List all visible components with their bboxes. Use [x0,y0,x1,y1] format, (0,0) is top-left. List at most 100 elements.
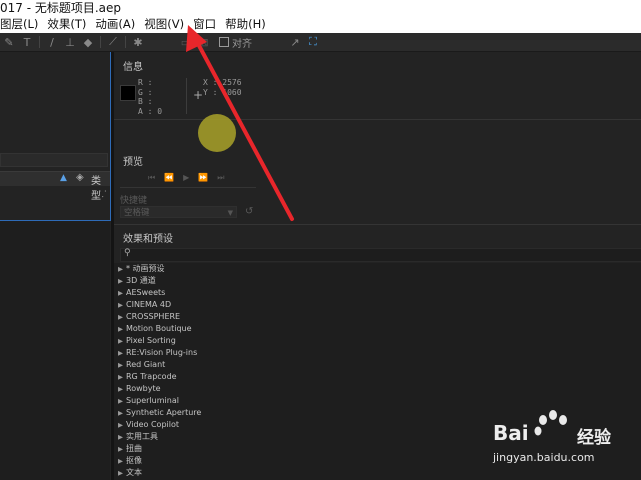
effects-category[interactable]: ▶ 3D 通道 [118,275,156,287]
info-xy-readout: X : 2576 Y : 1060 [203,78,242,97]
axis-mode-icon[interactable]: ▭ [177,36,195,49]
expand-triangle-icon: ▶ [118,457,123,465]
tools-toolbar: ✎ T / ⊥ ◆ ⟋ ✱ ▭ ⊠ 对齐 ↗ ⛶ [0,33,641,52]
expand-triangle-icon: ▶ [118,325,123,333]
effects-category[interactable]: ▶ CINEMA 4D [118,299,171,311]
watermark-brand-suffix: 经验 [577,428,611,448]
watermark-url: jingyan.baidu.com [493,451,595,464]
effects-category-label: Video Copilot [126,420,179,429]
info-y: Y : 1060 [203,87,242,97]
expand-triangle-icon: ▶ [118,289,123,297]
snap-checkbox[interactable] [219,37,229,47]
effects-category-label: Motion Boutique [126,324,192,333]
expand-triangle-icon: ▶ [118,433,123,441]
menu-bar: 图层(L) 效果(T) 动画(A) 视图(V) 窗口 帮助(H) [0,16,641,33]
effects-category-label: Rowbyte [126,384,161,393]
menu-help[interactable]: 帮助(H) [221,16,271,33]
info-b: B : [138,97,153,106]
info-panel-title[interactable]: 信息 [123,58,143,73]
effects-category-label: 3D 通道 [126,276,156,285]
play-icon[interactable]: ▶ [183,173,198,182]
snap-expand-icon[interactable]: ⛶ [304,35,322,49]
last-frame-icon[interactable]: ⏭ [217,173,233,182]
expand-triangle-icon: ▶ [118,361,123,369]
effects-category[interactable]: ▶ Synthetic Aperture [118,407,201,419]
effects-category[interactable]: ▶ CROSSPHERE [118,311,180,323]
expand-triangle-icon: ▶ [118,421,123,429]
menu-window[interactable]: 窗口 [189,16,221,33]
brush-tool-icon[interactable]: / [43,36,61,49]
expand-triangle-icon: ▶ [118,313,123,321]
effects-category-label: CINEMA 4D [126,300,172,309]
roto-brush-tool-icon[interactable]: ⟋ [104,35,122,49]
effects-category-label: CROSSPHERE [126,312,181,321]
search-icon: ⚲ [124,248,131,258]
eraser-tool-icon[interactable]: ◆ [79,36,97,49]
sort-up-icon[interactable]: ▲ [60,173,70,183]
effects-category[interactable]: ▶ 实用工具 [118,431,158,443]
effects-category[interactable]: ▶ 扭曲 [118,443,142,455]
expand-triangle-icon: ▶ [118,349,123,357]
axis-mode-icon[interactable]: ⊠ [195,36,213,49]
shortcut-value: 空格键 [124,208,150,218]
type-tool-icon[interactable]: T [18,36,36,49]
info-separator [186,78,187,114]
shortcut-dropdown[interactable]: 空格键 ▼ [120,206,237,218]
toolbar-divider [125,36,126,48]
label-tag-icon[interactable]: ◈ [76,172,84,183]
project-panel: ▲ ◈ 类型 ⸪ [0,52,111,480]
effects-top-line [114,224,641,225]
effects-category[interactable]: ▶ AESweets [118,287,165,299]
watermark-brand: Bai [493,421,529,445]
shortcut-label: 快捷键 [120,196,148,206]
effects-category[interactable]: ▶ 文本 [118,467,142,479]
effects-search-input[interactable]: ⚲ [120,248,641,262]
crosshair-icon: + [193,88,204,102]
menu-layer[interactable]: 图层(L) [0,16,43,33]
menu-animation[interactable]: 动画(A) [91,16,140,33]
baidu-watermark: Bai 经验 jingyan.baidu.com [493,407,641,480]
expand-triangle-icon: ▶ [118,385,123,393]
effects-category[interactable]: ▶ RE:Vision Plug-ins [118,347,197,359]
info-rgba-readout: R : G : B : A : 0 [138,78,162,116]
info-g: G : [138,87,153,97]
effects-category[interactable]: ▶ Motion Boutique [118,323,192,335]
effects-category[interactable]: ▶ * 动画预设 [118,263,165,275]
flowchart-icon[interactable]: ⸪ [99,187,106,200]
expand-triangle-icon: ▶ [118,409,123,417]
puppet-pin-tool-icon[interactable]: ✱ [129,36,147,49]
expand-triangle-icon: ▶ [118,277,123,285]
effects-category[interactable]: ▶ 抠像 [118,455,142,467]
effects-category-label: Red Giant [126,360,166,369]
window-title: 017 - 无标题项目.aep [0,0,641,16]
menu-effect[interactable]: 效果(T) [43,16,91,33]
pen-tool-icon[interactable]: ✎ [0,36,18,49]
preview-panel-title[interactable]: 预览 [123,153,143,168]
first-frame-icon[interactable]: ⏮ [148,173,164,182]
effects-category[interactable]: ▶ Red Giant [118,359,165,371]
expand-triangle-icon: ▶ [118,337,123,345]
effects-category[interactable]: ▶ Rowbyte [118,383,161,395]
clone-stamp-tool-icon[interactable]: ⊥ [61,36,79,49]
project-column-header: ▲ ◈ 类型 [0,171,110,202]
expand-triangle-icon: ▶ [118,397,123,405]
effects-panel-title[interactable]: 效果和预设 [123,230,173,245]
expand-triangle-icon: ▶ [118,265,123,273]
effects-category-label: Synthetic Aperture [126,408,202,417]
cursor-highlight [198,114,236,152]
menu-view[interactable]: 视图(V) [140,16,189,33]
snap-option-icon[interactable]: ↗ [286,36,304,49]
effects-category[interactable]: ▶ Pixel Sorting [118,335,176,347]
effects-category-label: 扭曲 [126,444,142,453]
effects-category[interactable]: ▶ Superluminal [118,395,179,407]
info-r: R : [138,78,153,87]
prev-frame-icon[interactable]: ⏪ [164,173,183,182]
effects-category-label: AESweets [126,288,166,297]
reset-icon[interactable]: ↺ [245,206,253,217]
expand-triangle-icon: ▶ [118,469,123,477]
effects-category[interactable]: ▶ Video Copilot [118,419,179,431]
project-search-input[interactable] [0,153,108,167]
next-frame-icon[interactable]: ⏩ [198,173,217,182]
effects-category[interactable]: ▶ RG Trapcode [118,371,177,383]
snap-label: 对齐 [232,38,252,50]
